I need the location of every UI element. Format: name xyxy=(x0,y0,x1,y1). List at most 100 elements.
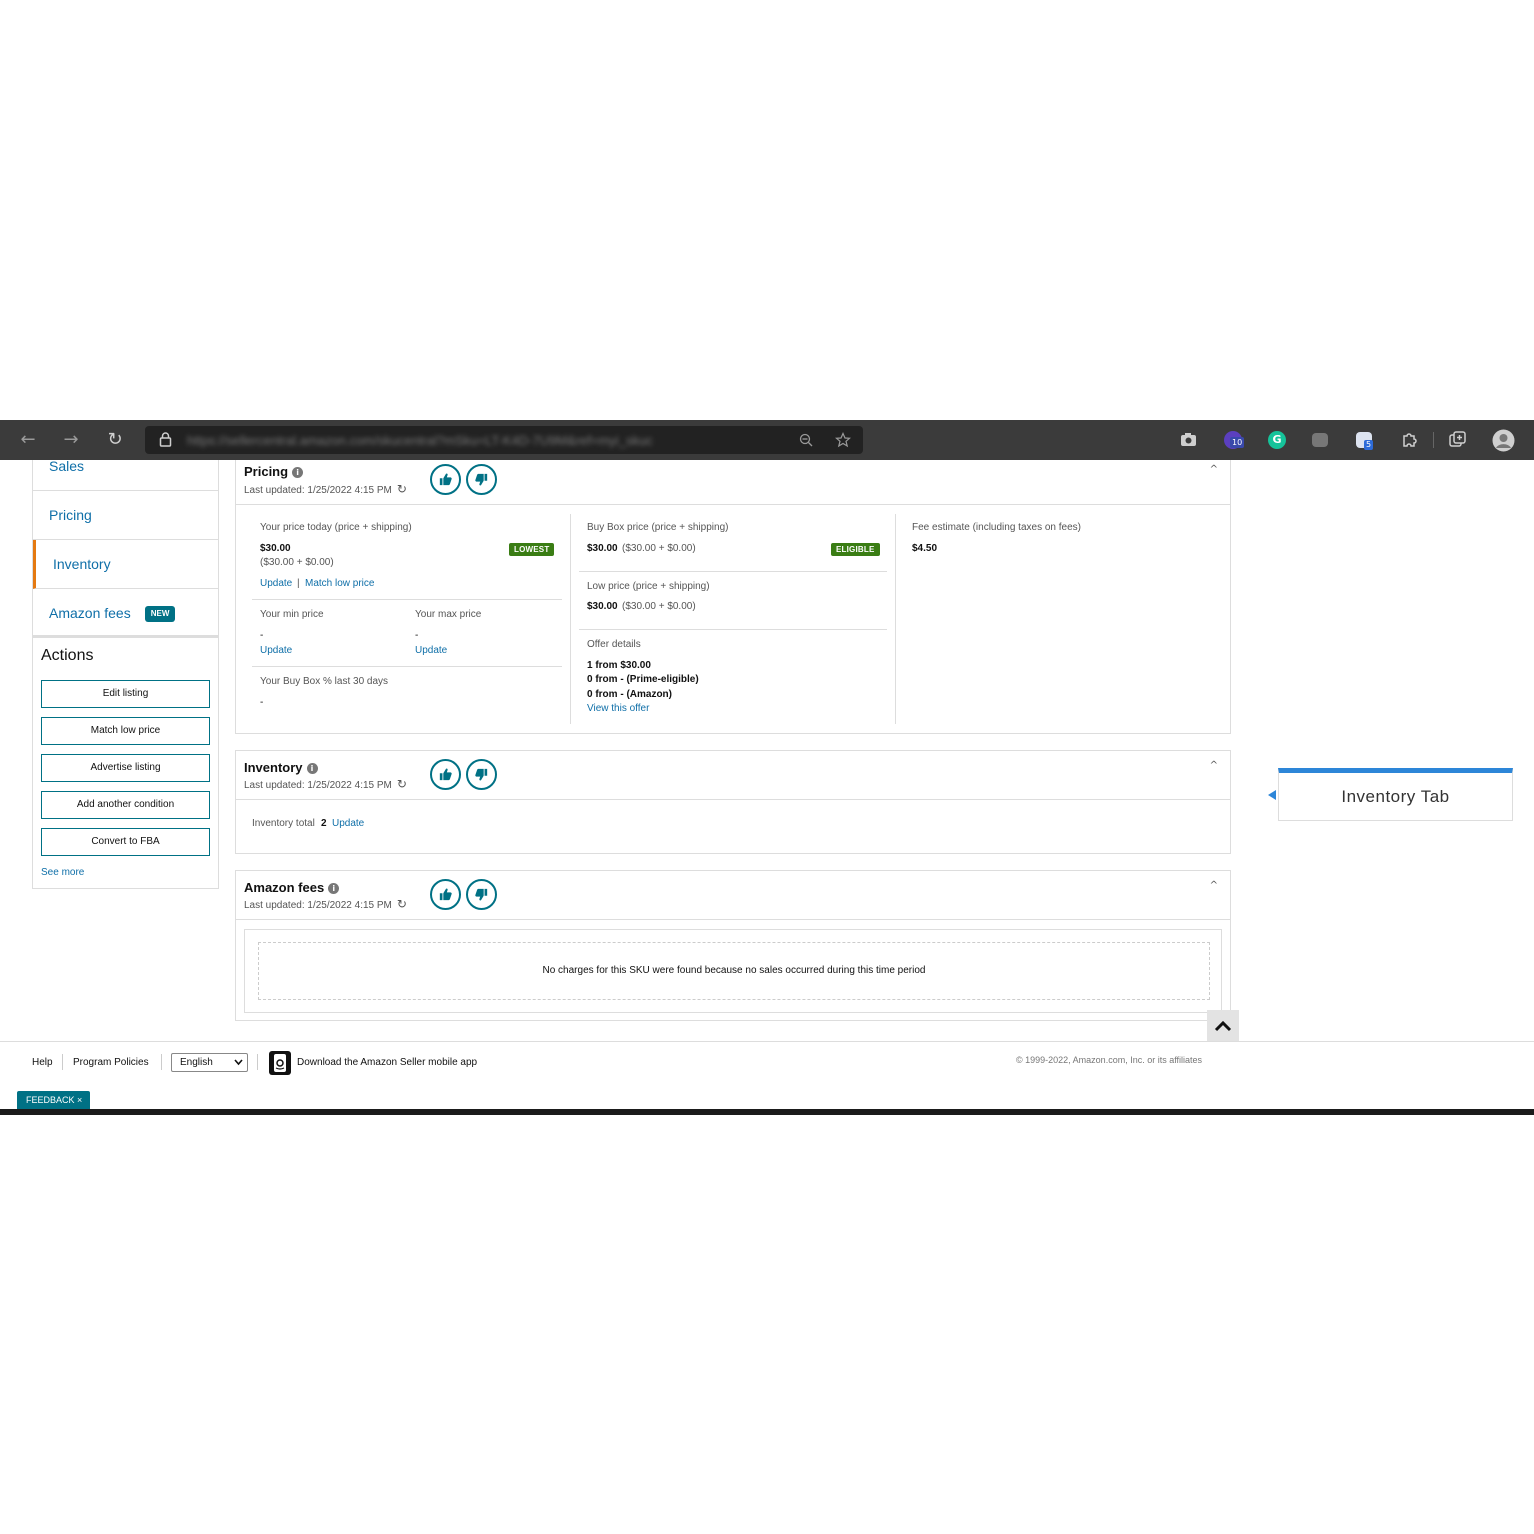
refresh-icon[interactable]: ↻ xyxy=(397,897,407,911)
sidebar-item-pricing[interactable]: Pricing xyxy=(33,491,218,540)
sidebar-item-inventory[interactable]: Inventory xyxy=(33,540,218,589)
min-price-label: Your min price xyxy=(260,609,324,620)
thumbs-down-icon[interactable] xyxy=(466,879,497,910)
scroll-to-top-button[interactable] xyxy=(1207,1010,1239,1042)
thumbs-up-icon[interactable] xyxy=(430,759,461,790)
inventory-panel: Inventory i Last updated: 1/25/2022 4:15 … xyxy=(235,750,1231,854)
fees-content-box: No charges for this SKU were found becau… xyxy=(244,929,1222,1013)
sidebar-item-sales[interactable]: Sales xyxy=(33,442,218,491)
last-updated-text: Last updated: 1/25/2022 4:15 PM xyxy=(244,900,392,911)
edit-listing-button[interactable]: Edit listing xyxy=(41,680,210,708)
extension-counter-icon[interactable]: 10 xyxy=(1224,431,1245,449)
collections-icon[interactable] xyxy=(1449,431,1467,449)
refresh-icon[interactable]: ↻ xyxy=(397,777,407,791)
offer-details-label: Offer details xyxy=(587,639,641,650)
divider xyxy=(252,666,562,667)
update-inventory-link[interactable]: Update xyxy=(332,818,364,829)
thumbs-down-icon[interactable] xyxy=(466,759,497,790)
pricing-header: Pricing i Last updated: 1/25/2022 4:15 PM… xyxy=(236,460,1230,505)
advertise-listing-button[interactable]: Advertise listing xyxy=(41,754,210,782)
max-price-label: Your max price xyxy=(415,609,482,620)
amazon-app-icon[interactable] xyxy=(268,1050,292,1076)
help-link[interactable]: Help xyxy=(32,1057,53,1068)
sidebar-item-amazon-fees[interactable]: Amazon fees NEW xyxy=(33,589,218,638)
program-policies-link[interactable]: Program Policies xyxy=(73,1057,149,1068)
fees-title-text: Amazon fees xyxy=(244,880,325,895)
thumbs-up-icon[interactable] xyxy=(430,464,461,495)
update-min-price-link[interactable]: Update xyxy=(260,645,292,656)
fees-last-updated: Last updated: 1/25/2022 4:15 PM ↻ xyxy=(244,897,407,911)
footer-separator xyxy=(62,1054,63,1070)
info-icon[interactable]: i xyxy=(306,763,318,774)
inventory-total-label: Inventory total xyxy=(252,818,315,829)
offer-line: 1 from $30.00 xyxy=(587,660,651,671)
bottom-bar xyxy=(0,1109,1534,1115)
fee-estimate-value: $4.50 xyxy=(912,543,938,554)
view-offer-link[interactable]: View this offer xyxy=(587,703,649,714)
info-icon[interactable]: i xyxy=(292,467,304,478)
no-charges-message: No charges for this SKU were found becau… xyxy=(258,942,1210,1000)
toolbar-divider xyxy=(1433,432,1434,448)
chevron-up-icon xyxy=(1214,1020,1232,1032)
link-separator: | xyxy=(297,578,300,589)
buybox-price-value: $30.00 xyxy=(587,543,618,554)
divider xyxy=(579,571,887,572)
divider xyxy=(579,629,887,630)
camera-icon[interactable] xyxy=(1180,432,1197,447)
sidebar-item-label: Inventory xyxy=(53,556,111,572)
annotation-arrow-icon xyxy=(1268,790,1276,800)
update-max-price-link[interactable]: Update xyxy=(415,645,447,656)
refresh-icon[interactable]: ↻ xyxy=(397,482,407,496)
sidebar-item-label: Sales xyxy=(49,458,85,474)
inventory-last-updated: Last updated: 1/25/2022 4:15 PM ↻ xyxy=(244,777,407,791)
see-more-link[interactable]: See more xyxy=(41,867,84,878)
sidebar-item-label: Amazon fees xyxy=(49,605,131,621)
match-low-price-button[interactable]: Match low price xyxy=(41,717,210,745)
eligible-badge: ELIGIBLE xyxy=(831,543,880,556)
divider xyxy=(252,599,562,600)
zoom-out-icon[interactable] xyxy=(799,433,813,447)
last-updated-text: Last updated: 1/25/2022 4:15 PM xyxy=(244,780,392,791)
inventory-title-text: Inventory xyxy=(244,760,303,775)
address-bar[interactable]: https://sellercentral.amazon.com/skucent… xyxy=(145,426,863,454)
add-another-condition-button[interactable]: Add another condition xyxy=(41,791,210,819)
language-selected: English xyxy=(180,1057,213,1068)
download-app-link[interactable]: Download the Amazon Seller mobile app xyxy=(297,1057,477,1068)
pricing-title: Pricing i xyxy=(244,464,304,479)
browser-toolbar: ← → ↻ https://sellercentral.amazon.com/s… xyxy=(0,420,1534,460)
footer-separator xyxy=(257,1054,258,1070)
fees-header: Amazon fees i Last updated: 1/25/2022 4:1… xyxy=(236,871,1230,920)
favorite-star-icon[interactable] xyxy=(835,432,851,448)
collapse-caret-icon[interactable]: ^ xyxy=(1210,464,1218,475)
language-select[interactable]: English xyxy=(171,1053,248,1072)
extensions-puzzle-icon[interactable] xyxy=(1401,431,1418,448)
info-icon[interactable]: i xyxy=(328,883,340,894)
fee-estimate-label: Fee estimate (including taxes on fees) xyxy=(912,522,1081,533)
inventory-header: Inventory i Last updated: 1/25/2022 4:15 … xyxy=(236,751,1230,800)
column-divider xyxy=(895,514,896,724)
url-text: https://sellercentral.amazon.com/skucent… xyxy=(187,433,653,448)
collapse-caret-icon[interactable]: ^ xyxy=(1210,760,1218,771)
convert-to-fba-button[interactable]: Convert to FBA xyxy=(41,828,210,856)
update-price-link[interactable]: Update xyxy=(260,578,292,589)
footer-divider xyxy=(0,1041,1534,1042)
match-low-price-link[interactable]: Match low price xyxy=(305,578,374,589)
thumbs-down-icon[interactable] xyxy=(466,464,497,495)
collapse-caret-icon[interactable]: ^ xyxy=(1210,880,1218,891)
inventory-title: Inventory i xyxy=(244,760,318,775)
window-extension-icon[interactable] xyxy=(1312,433,1328,447)
low-price-label: Low price (price + shipping) xyxy=(587,581,710,592)
inventory-tab-callout: Inventory Tab xyxy=(1278,768,1513,821)
chevron-down-icon xyxy=(234,1059,243,1066)
offer-line: 0 from - (Prime-eligible) xyxy=(587,674,699,685)
profile-avatar-icon[interactable] xyxy=(1492,429,1515,452)
copyright-text: © 1999-2022, Amazon.com, Inc. or its aff… xyxy=(1016,1055,1203,1065)
feedback-button[interactable]: FEEDBACK × xyxy=(17,1091,90,1109)
your-price-label: Your price today (price + shipping) xyxy=(260,522,412,533)
low-price-value: $30.00 xyxy=(587,601,618,612)
buybox-price-label: Buy Box price (price + shipping) xyxy=(587,522,729,533)
pricing-title-text: Pricing xyxy=(244,464,289,479)
thumbs-up-icon[interactable] xyxy=(430,879,461,910)
tab-manager-icon[interactable]: 5 xyxy=(1356,432,1374,450)
grammarly-icon[interactable]: G xyxy=(1268,431,1286,449)
